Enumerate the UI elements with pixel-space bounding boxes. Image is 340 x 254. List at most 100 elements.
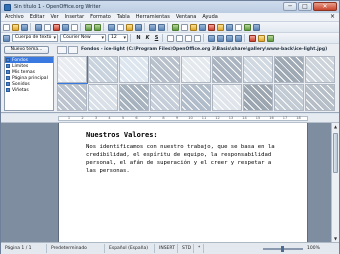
document-text[interactable]: Nuestros Valores: Nos identificamos con … [86,131,281,175]
gallery-thumbnail[interactable] [212,84,242,111]
close-button[interactable]: ✕ [313,2,337,11]
redo-icon[interactable] [158,23,165,31]
align-right-icon[interactable] [185,34,192,42]
zoom-level[interactable]: 100% [307,243,320,254]
menu-tabla[interactable]: Tabla [117,14,130,20]
theme-item-label: Página principal [12,75,48,81]
insert-mode[interactable]: INSERT [155,244,178,253]
gallery-thumbnail[interactable] [212,56,242,83]
page-count[interactable]: Página 1 / 1 [1,244,47,253]
gallery-thumbnail[interactable] [181,84,211,111]
justify-icon[interactable] [194,34,201,42]
background-color-icon[interactable] [267,34,274,42]
theme-item-pagina-principal[interactable]: Página principal [5,75,53,81]
clone-format-icon[interactable] [135,23,142,31]
font-color-icon[interactable] [249,34,256,42]
font-size-select[interactable]: 12 [108,34,128,42]
gallery-thumbnail[interactable] [150,84,180,111]
open-folder-icon[interactable] [12,23,19,31]
menu-editar[interactable]: Editar [30,14,45,20]
document-close-icon[interactable]: × [330,14,335,20]
paragraph-style-select[interactable]: Cuerpo de texto [12,34,58,42]
menu-ayuda[interactable]: Ayuda [202,14,217,20]
hyperlink-icon[interactable] [172,23,179,31]
vertical-scrollbar[interactable]: ▲ ▼ [331,123,339,242]
help-icon[interactable] [253,23,260,31]
show-draw-icon[interactable] [190,23,197,31]
autospellcheck-icon[interactable] [94,23,101,31]
gallery-thumbnail[interactable] [57,56,88,84]
nonprinting-chars-icon[interactable] [235,23,242,31]
find-replace-icon[interactable] [199,23,206,31]
horizontal-ruler[interactable]: 1 2 3 4 5 6 7 8 9 10 11 12 13 14 15 16 17 18 [1,114,339,123]
cut-icon[interactable] [108,23,115,31]
table-icon[interactable] [181,23,188,31]
numbering-icon[interactable] [208,34,215,42]
gallery-icon[interactable] [217,23,224,31]
scrollbar-thumb[interactable] [333,133,338,173]
gallery-thumbnail[interactable] [274,84,304,111]
menu-formato[interactable]: Formato [90,14,111,20]
gallery-thumbnail[interactable] [305,84,335,111]
gallery-thumbnail[interactable] [243,84,273,111]
gallery-thumbnail[interactable] [88,56,118,83]
export-pdf-icon[interactable] [53,23,60,31]
decrease-indent-icon[interactable] [226,34,233,42]
document-body[interactable]: Nos identificamos con nuestro trabajo, q… [86,143,281,175]
increase-indent-icon[interactable] [235,34,242,42]
spellcheck-icon[interactable] [85,23,92,31]
menu-archivo[interactable]: Archivo [5,14,24,20]
document-page[interactable]: Nuestros Valores: Nos identificamos con … [58,123,308,242]
icon-view-button[interactable] [57,46,67,54]
paste-icon[interactable] [126,23,133,31]
gallery-thumbnail[interactable] [243,56,273,83]
gallery-thumbnail[interactable] [305,56,335,83]
menu-insertar[interactable]: Insertar [65,14,84,20]
scroll-down-icon[interactable]: ▼ [333,236,338,241]
language-indicator[interactable]: Español (España) [105,244,155,253]
detailed-view-button[interactable] [68,46,78,54]
font-name-select[interactable]: Courier New [60,34,106,42]
bullets-icon[interactable] [217,34,224,42]
selection-mode[interactable]: STD [178,244,194,253]
bold-button[interactable]: N [135,35,142,41]
print-icon[interactable] [62,23,69,31]
new-document-icon[interactable] [3,23,10,31]
menu-ver[interactable]: Ver [51,14,59,20]
theme-item-vinetas[interactable]: Viñetas [5,87,53,93]
digital-signature[interactable]: * [194,244,204,253]
italic-button[interactable]: K [144,35,151,41]
gallery-thumbnail[interactable] [274,56,304,83]
highlight-icon[interactable] [258,34,265,42]
underline-button[interactable]: S [153,35,160,41]
styles-formatting-icon[interactable] [3,34,10,42]
maximize-button[interactable]: □ [298,2,312,11]
document-heading[interactable]: Nuestros Valores: [86,131,281,139]
save-icon[interactable] [21,23,28,31]
gallery-thumbnail[interactable] [119,56,149,83]
gallery-thumbnail[interactable] [181,56,211,83]
menu-herramientas[interactable]: Herramientas [136,14,170,20]
page-style[interactable]: Predeterminado [47,244,105,253]
navigator-icon[interactable] [208,23,215,31]
scroll-up-icon[interactable]: ▲ [333,124,338,129]
edit-file-icon[interactable] [44,23,51,31]
datasources-icon[interactable] [226,23,233,31]
zoom-slider-knob[interactable] [281,246,284,252]
new-theme-button[interactable]: Nuevo tema... [4,46,49,54]
gallery-thumbnail[interactable] [150,56,180,83]
gallery-thumbnail[interactable] [88,84,118,111]
menu-ventana[interactable]: Ventana [176,14,197,20]
zoom-slider[interactable] [263,246,303,252]
undo-icon[interactable] [149,23,156,31]
print-preview-icon[interactable] [71,23,78,31]
email-icon[interactable] [35,23,42,31]
minimize-button[interactable]: ─ [283,2,297,11]
copy-icon[interactable] [117,23,124,31]
zoom-icon[interactable] [244,23,251,31]
align-center-icon[interactable] [176,34,183,42]
gallery-thumbnail[interactable] [119,84,149,111]
gallery-thumbnail[interactable] [57,84,87,111]
writer-app-icon [4,3,11,11]
align-left-icon[interactable] [167,34,174,42]
